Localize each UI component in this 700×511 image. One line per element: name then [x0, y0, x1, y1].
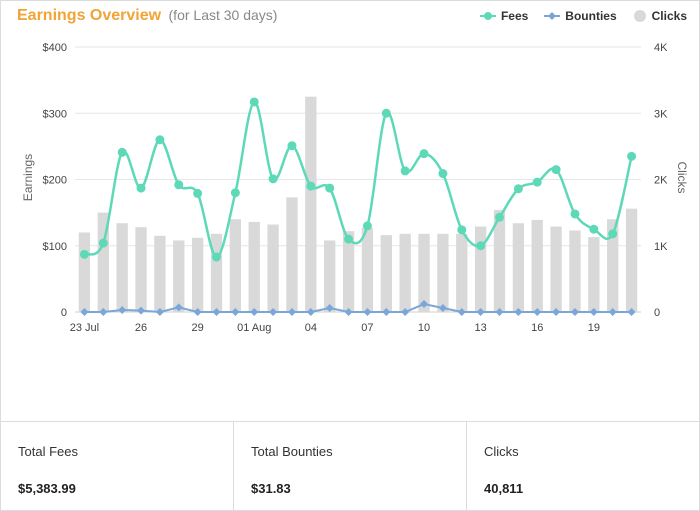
stat-value: 40,811 — [484, 481, 524, 496]
bar-clicks — [569, 230, 581, 312]
y-tick-label-left: $300 — [43, 108, 67, 120]
y-axis-title-left: Earnings — [21, 154, 35, 201]
bar-clicks — [625, 208, 638, 312]
point-fees — [362, 221, 372, 231]
bar-clicks — [531, 219, 543, 312]
point-fees — [532, 177, 542, 187]
bar-clicks — [437, 233, 449, 312]
point-fees — [136, 183, 146, 193]
point-fees — [268, 174, 278, 184]
bar-clicks — [248, 221, 260, 312]
bar-clicks — [456, 233, 468, 312]
bar-clicks — [154, 235, 166, 312]
x-tick-label: 26 — [135, 322, 147, 334]
point-fees — [98, 238, 108, 248]
bar-clicks — [305, 96, 317, 312]
point-fees — [627, 151, 637, 161]
bar-clicks — [550, 226, 562, 312]
stat-total-fees: Total Fees $5,383.99 — [1, 422, 234, 511]
point-fees — [230, 188, 240, 198]
point-fees — [551, 165, 561, 175]
stat-value: $5,383.99 — [18, 481, 76, 496]
point-fees — [344, 234, 354, 244]
stat-label: Total Bounties — [251, 444, 333, 459]
bar-clicks — [380, 235, 392, 312]
point-fees — [608, 229, 618, 239]
line-bounties — [84, 303, 632, 314]
bar-clicks — [78, 232, 91, 312]
x-tick-label: 07 — [361, 322, 373, 334]
x-tick-label: 16 — [531, 322, 543, 334]
point-fees — [306, 181, 316, 191]
y-tick-label-left: $100 — [43, 241, 67, 253]
x-tick-label: 29 — [192, 322, 204, 334]
point-fees — [155, 135, 165, 145]
bar-clicks — [191, 237, 204, 312]
bar-clicks — [116, 223, 128, 312]
stat-label: Total Fees — [18, 444, 78, 459]
point-fees — [438, 169, 448, 179]
bar-clicks — [474, 226, 487, 312]
point-fees — [457, 225, 467, 235]
stat-clicks: Clicks 40,811 — [467, 422, 699, 511]
x-tick-label: 13 — [475, 322, 487, 334]
point-fees — [193, 188, 203, 198]
bar-clicks — [229, 219, 242, 312]
x-tick-label: 10 — [418, 322, 430, 334]
y-tick-label-right: 0 — [654, 307, 660, 319]
stat-total-bounties: Total Bounties $31.83 — [234, 422, 467, 511]
bar-clicks — [588, 237, 600, 312]
point-fees — [212, 252, 221, 262]
point-fees — [570, 209, 580, 219]
bar-clicks — [267, 224, 279, 312]
point-fees — [495, 212, 504, 222]
bar-clicks — [361, 227, 374, 312]
y-tick-label-right: 2K — [654, 175, 668, 187]
earnings-overview-panel: Earnings Overview (for Last 30 days) Fee… — [0, 0, 700, 511]
x-tick-label: 23 Jul — [70, 322, 99, 334]
point-fees — [174, 180, 184, 190]
point-fees — [287, 141, 297, 151]
bar-clicks — [512, 223, 525, 312]
bar-clicks — [210, 233, 223, 312]
bar-clicks — [324, 240, 336, 312]
stats-footer: Total Fees $5,383.99 Total Bounties $31.… — [1, 421, 699, 511]
y-tick-label-right: 3K — [654, 108, 668, 120]
point-fees — [419, 149, 429, 159]
point-fees — [249, 97, 259, 107]
bar-clicks — [173, 240, 185, 312]
x-tick-label: 01 Aug — [237, 322, 271, 334]
bar-clicks — [135, 227, 147, 312]
point-fees — [117, 147, 127, 157]
x-tick-label: 19 — [588, 322, 600, 334]
y-tick-label-right: 4K — [654, 42, 668, 54]
point-fees — [476, 241, 486, 251]
bar-clicks — [399, 233, 411, 312]
y-tick-label-left: 0 — [61, 307, 67, 319]
stat-value: $31.83 — [251, 481, 291, 496]
bar-clicks — [286, 197, 298, 312]
point-fees — [513, 184, 523, 194]
point-fees — [381, 108, 391, 118]
point-fees — [400, 166, 410, 176]
y-tick-label-left: $200 — [43, 175, 67, 187]
point-fees — [79, 249, 89, 259]
y-axis-title-right: Clicks — [675, 162, 689, 194]
y-tick-label-right: 1K — [654, 241, 668, 253]
x-tick-label: 04 — [305, 322, 317, 334]
point-fees — [589, 224, 599, 234]
y-tick-label-left: $400 — [43, 42, 67, 54]
stat-label: Clicks — [484, 444, 519, 459]
point-fees — [325, 183, 335, 193]
earnings-chart: 0 0 $100 1K $200 2K $300 3K $400 4K Earnings Clicks… — [21, 42, 689, 334]
